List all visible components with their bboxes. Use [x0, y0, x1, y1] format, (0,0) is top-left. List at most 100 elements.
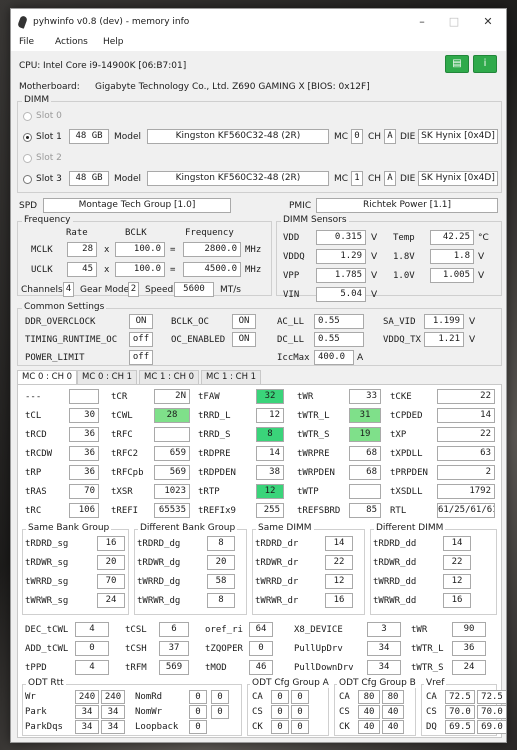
misc-timing-value: 90 — [452, 622, 486, 637]
odt-label: ParkDqs — [25, 722, 63, 732]
timing-value — [349, 484, 381, 499]
misc-timing-value: 36 — [452, 641, 486, 656]
info-button[interactable]: i — [473, 55, 497, 73]
timing-value: 85 — [349, 503, 381, 518]
bank-timing-label: tRDRD_dd — [373, 539, 417, 549]
slot3-radio[interactable] — [23, 175, 32, 184]
slot1-ch-label: CH — [368, 132, 382, 142]
cpu-value: Intel Core i9-14900K [06:B7:01] — [43, 61, 187, 71]
menu-bar: File Actions Help — [11, 35, 506, 51]
timing-value: 2N — [154, 389, 190, 404]
misc-timing-label: tWTR_L — [411, 644, 444, 654]
slot1-radio[interactable] — [23, 133, 32, 142]
timing-label: tWTP — [297, 487, 319, 497]
save-button[interactable]: ▤ — [445, 55, 469, 73]
motherboard-value: Gigabyte Technology Co., Ltd. Z690 GAMIN… — [95, 82, 370, 92]
odt-cfg-row-label: CS — [339, 707, 350, 717]
odt-cfg-row-label: DQ — [426, 722, 437, 732]
odt-value: 240 — [101, 690, 125, 704]
misc-timing-label: tRFM — [125, 663, 147, 673]
uclk-unit: MHz — [245, 265, 262, 275]
save-icon: ▤ — [452, 58, 462, 69]
timing-label: tRDPDEN — [198, 468, 236, 478]
ac-ll-label: AC_LL — [277, 317, 305, 327]
misc-timing-label: PullUpDrv — [294, 644, 343, 654]
timing-label: tFAW — [198, 392, 220, 402]
timing-value: 1023 — [154, 484, 190, 499]
timing-label: tRFC2 — [111, 449, 139, 459]
sa-vid-value: 1.199 — [424, 314, 464, 329]
bank-group-label: Same DIMM — [256, 523, 314, 533]
bank-timing-value: 14 — [325, 536, 353, 551]
menu-help[interactable]: Help — [103, 37, 124, 47]
timing-label: tRCDW — [25, 449, 53, 459]
timing-value: 68 — [349, 465, 381, 480]
odt-cfg-value: 70.0 — [477, 705, 506, 719]
minimize-button[interactable]: – — [407, 13, 437, 31]
odt-value: 0 — [189, 690, 207, 704]
slot3-model-label: Model — [114, 174, 142, 184]
misc-timing-value: 6 — [159, 622, 189, 637]
bank-timing-label: tWRWR_dg — [137, 596, 181, 606]
odt-cfg-value: 0 — [291, 705, 309, 719]
uclk-rate: 45 — [67, 262, 97, 277]
misc-timing-label: oref_ri — [205, 625, 243, 635]
mclk-rate: 28 — [67, 242, 97, 257]
slot0-radio[interactable] — [23, 112, 32, 121]
sensor-label: VDD — [283, 233, 300, 243]
misc-timing-label: tPPD — [25, 663, 47, 673]
bank-timing-label: tRDRD_sg — [25, 539, 69, 549]
mclk-bclk: 100.0 — [115, 242, 165, 257]
timing-label: RTL — [390, 506, 407, 516]
misc-timing-label: tMOD — [205, 663, 227, 673]
bank-timing-label: tWRRD_sg — [25, 577, 69, 587]
odt-cfg-value: 69.5 — [445, 720, 475, 734]
mclk-unit: MHz — [245, 245, 262, 255]
slot3-die-label: DIE — [400, 174, 416, 184]
maximize-button[interactable]: □ — [439, 13, 469, 31]
timing-value: 32 — [256, 389, 284, 404]
timing-value: 63 — [437, 446, 495, 461]
timing-label: tCWL — [111, 411, 133, 421]
menu-actions[interactable]: Actions — [55, 37, 88, 47]
timing-value: 1792 — [437, 484, 495, 499]
timing-value: 36 — [69, 465, 99, 480]
misc-timing-value: 4 — [75, 622, 109, 637]
slot3-label: Slot 3 — [36, 174, 62, 184]
tab-mc1-ch0[interactable]: MC 1 : CH 0 — [139, 370, 200, 384]
slot1-ch: A — [384, 129, 396, 144]
ddr-overclock-value: ON — [129, 314, 153, 329]
timing-label: tWRPRE — [297, 449, 330, 459]
tab-mc0-ch0[interactable]: MC 0 : CH 0 — [17, 370, 78, 385]
ac-ll-value: 0.55 — [314, 314, 364, 329]
timing-value: 255 — [256, 503, 284, 518]
menu-file[interactable]: File — [19, 37, 34, 47]
timing-value — [154, 427, 190, 442]
bank-timing-value: 22 — [325, 555, 353, 570]
gear-mode-value: 2 — [128, 282, 139, 297]
misc-timing-label: ADD_tCWL — [25, 644, 69, 654]
tab-mc1-ch1[interactable]: MC 1 : CH 1 — [201, 370, 262, 384]
bank-timing-label: tWRRD_dd — [373, 577, 417, 587]
bank-timing-value: 70 — [97, 574, 125, 589]
timing-label: tWR — [297, 392, 314, 402]
bank-timing-label: tWRWR_dd — [373, 596, 417, 606]
misc-timing-value: 569 — [159, 660, 189, 675]
uclk-x: x — [104, 265, 110, 275]
bank-timing-label: tRDWR_sg — [25, 558, 69, 568]
odt-label: Wr — [25, 692, 36, 702]
bank-timing-label: tRDRD_dg — [137, 539, 181, 549]
timing-label: tXSDLL — [390, 487, 423, 497]
slot2-radio[interactable] — [23, 154, 32, 163]
timing-label: tRCD — [25, 430, 47, 440]
sensor-value: 5.04 — [316, 287, 366, 302]
slot3-ch-label: CH — [368, 174, 382, 184]
uclk-eq: = — [170, 265, 176, 275]
slot3-ch: A — [384, 171, 396, 186]
misc-timing-label: tCSL — [125, 625, 147, 635]
bank-timing-value: 20 — [97, 555, 125, 570]
close-button[interactable]: ✕ — [473, 13, 503, 31]
tab-mc0-ch1[interactable]: MC 0 : CH 1 — [77, 370, 138, 384]
main-window: pyhwinfo v0.8 (dev) - memory info – □ ✕ … — [10, 8, 507, 743]
odt-cfg-row-label: CS — [426, 707, 437, 717]
